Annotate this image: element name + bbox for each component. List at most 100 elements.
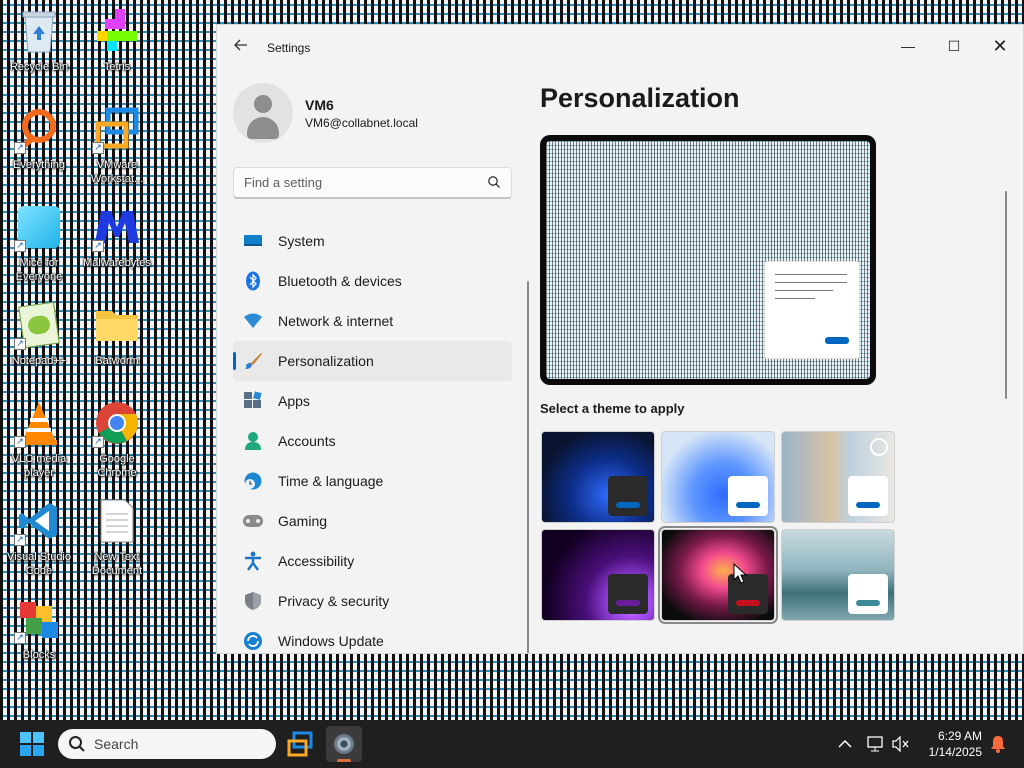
title-bar: Settings — ☐ ✕ bbox=[217, 25, 1023, 71]
nav-item-accessibility[interactable]: Accessibility bbox=[233, 541, 512, 581]
desktop-icon-label: Tetris bbox=[103, 61, 131, 73]
bluetooth-icon bbox=[242, 270, 264, 292]
desktop-icon-label: Everything bbox=[13, 159, 65, 171]
theme-tile-glow[interactable] bbox=[541, 529, 655, 621]
desktop-icon-batworm[interactable]: Batworm bbox=[79, 296, 155, 388]
nav-item-accounts[interactable]: Accounts bbox=[233, 421, 512, 461]
start-button[interactable] bbox=[14, 730, 50, 758]
desktop-icon-vscode[interactable]: ↗ Visual Studio Code bbox=[1, 492, 77, 584]
vmware-icon bbox=[287, 731, 313, 757]
user-name: VM6 bbox=[305, 97, 334, 113]
windows-update-icon bbox=[242, 630, 264, 652]
sidebar-scrollbar[interactable] bbox=[527, 281, 529, 653]
taskbar-search-label: Search bbox=[94, 736, 139, 752]
windows-logo-icon bbox=[20, 732, 44, 756]
speaker-muted-icon[interactable] bbox=[889, 732, 913, 756]
desktop-icon-tetris[interactable]: Tetris bbox=[79, 2, 155, 94]
desktop-icon-vmware[interactable]: ↗ VMware Workstat... bbox=[79, 100, 155, 192]
theme-tile-flow[interactable] bbox=[781, 529, 895, 621]
user-email: VM6@collabnet.local bbox=[305, 116, 418, 130]
search-icon bbox=[69, 736, 85, 752]
close-button[interactable]: ✕ bbox=[977, 31, 1023, 61]
desktop-icon-vlc[interactable]: ↗ VLC media player bbox=[1, 394, 77, 486]
settings-search-box[interactable] bbox=[233, 167, 512, 199]
nav-item-gaming[interactable]: Gaming bbox=[233, 501, 512, 541]
mouse-cursor-icon bbox=[733, 563, 747, 584]
desktop-icon-new-text-document[interactable]: New Text Document bbox=[79, 492, 155, 584]
desktop-icon-chrome[interactable]: ↗ Google Chrome bbox=[79, 394, 155, 486]
nav-item-personalization[interactable]: Personalization bbox=[233, 341, 512, 381]
brush-icon bbox=[242, 350, 264, 372]
desktop-icon-label: Malwarebytes bbox=[83, 257, 151, 269]
shield-icon bbox=[242, 590, 264, 612]
theme-tile-windows-light[interactable] bbox=[661, 431, 775, 523]
nav-label: Accessibility bbox=[278, 553, 355, 569]
vscode-icon: ↗ bbox=[14, 496, 64, 546]
theme-tile-windows-dark[interactable] bbox=[541, 431, 655, 523]
desktop-icon-blocks[interactable]: ↗ Blocks bbox=[1, 590, 77, 682]
desktop-icon-everything[interactable]: ↗ Everything bbox=[1, 100, 77, 192]
settings-nav: System Bluetooth & devices Network & int… bbox=[233, 221, 512, 653]
nav-label: Time & language bbox=[278, 473, 384, 489]
minimize-button[interactable]: — bbox=[885, 31, 931, 61]
chrome-icon: ↗ bbox=[92, 398, 142, 448]
desktop-icon-label: VLC media player bbox=[11, 453, 67, 479]
desktop-icon-label: Blocks bbox=[22, 649, 56, 661]
settings-search-input[interactable] bbox=[234, 168, 474, 196]
desktop-icon-label: Notepad++ bbox=[11, 355, 67, 367]
vlc-icon: ↗ bbox=[14, 398, 64, 448]
system-icon bbox=[242, 230, 264, 252]
nav-item-bluetooth[interactable]: Bluetooth & devices bbox=[233, 261, 512, 301]
nav-item-system[interactable]: System bbox=[233, 221, 512, 261]
nav-label: Apps bbox=[278, 393, 310, 409]
desktop-icon-label: Google Chrome bbox=[97, 453, 137, 479]
main-scrollbar[interactable] bbox=[1005, 191, 1007, 399]
desktop-icon-mice[interactable]: ↗ Mice for Everyone bbox=[1, 198, 77, 290]
taskbar-app-settings[interactable] bbox=[326, 726, 362, 762]
sidebar: VM6 VM6@collabnet.local System Bluetoot bbox=[233, 71, 529, 653]
nav-item-windows-update[interactable]: Windows Update bbox=[233, 621, 512, 653]
desktop-icon-label: New Text Document bbox=[91, 551, 143, 577]
desktop-icon-label: Batworm bbox=[95, 355, 139, 367]
theme-tile-captured-motion[interactable] bbox=[658, 526, 778, 624]
nav-item-time-language[interactable]: Time & language bbox=[233, 461, 512, 501]
everything-search-icon: ↗ bbox=[14, 104, 64, 154]
nav-label: Accounts bbox=[278, 433, 336, 449]
nav-item-network[interactable]: Network & internet bbox=[233, 301, 512, 341]
taskbar: Search 6:29 AM 1/14/2025 bbox=[0, 720, 1024, 768]
time-language-icon bbox=[242, 470, 264, 492]
gear-icon bbox=[334, 734, 354, 754]
preview-window bbox=[764, 261, 860, 359]
back-button[interactable] bbox=[231, 38, 251, 58]
taskbar-search[interactable]: Search bbox=[58, 729, 276, 759]
avatar bbox=[233, 83, 293, 143]
nav-label: System bbox=[278, 233, 325, 249]
desktop-icon-recycle-bin[interactable]: Recycle Bin bbox=[1, 2, 77, 94]
clock-date: 1/14/2025 bbox=[928, 745, 982, 759]
maximize-button[interactable]: ☐ bbox=[931, 31, 977, 61]
recycle-bin-icon bbox=[14, 6, 64, 56]
nav-label: Personalization bbox=[278, 353, 374, 369]
text-document-icon bbox=[92, 496, 142, 546]
taskbar-app-vmware[interactable] bbox=[282, 726, 318, 762]
user-profile[interactable]: VM6 VM6@collabnet.local bbox=[233, 71, 515, 167]
desktop-icon-notepadpp[interactable]: ↗ Notepad++ bbox=[1, 296, 77, 388]
theme-section-heading: Select a theme to apply bbox=[540, 401, 685, 416]
desktop-icon-label: VMware Workstat... bbox=[90, 159, 144, 185]
network-status-icon[interactable] bbox=[864, 732, 888, 756]
vmware-icon: ↗ bbox=[92, 104, 142, 154]
nav-item-apps[interactable]: Apps bbox=[233, 381, 512, 421]
main-content: Personalization Select a theme to apply bbox=[539, 71, 1009, 653]
theme-preview bbox=[540, 135, 876, 385]
notification-bell-icon[interactable] bbox=[986, 732, 1010, 756]
desktop-icon-malwarebytes[interactable]: ↗ Malwarebytes bbox=[79, 198, 155, 290]
app-title: Settings bbox=[267, 41, 311, 55]
system-clock[interactable]: 6:29 AM 1/14/2025 bbox=[929, 728, 982, 760]
theme-tile-spotlight[interactable] bbox=[781, 431, 895, 523]
search-icon[interactable] bbox=[487, 175, 501, 189]
preview-wallpaper bbox=[546, 141, 870, 379]
chevron-up-icon[interactable] bbox=[833, 732, 857, 756]
desktop-icon-label: Mice for Everyone bbox=[15, 257, 63, 283]
nav-item-privacy-security[interactable]: Privacy & security bbox=[233, 581, 512, 621]
gaming-icon bbox=[242, 510, 264, 532]
